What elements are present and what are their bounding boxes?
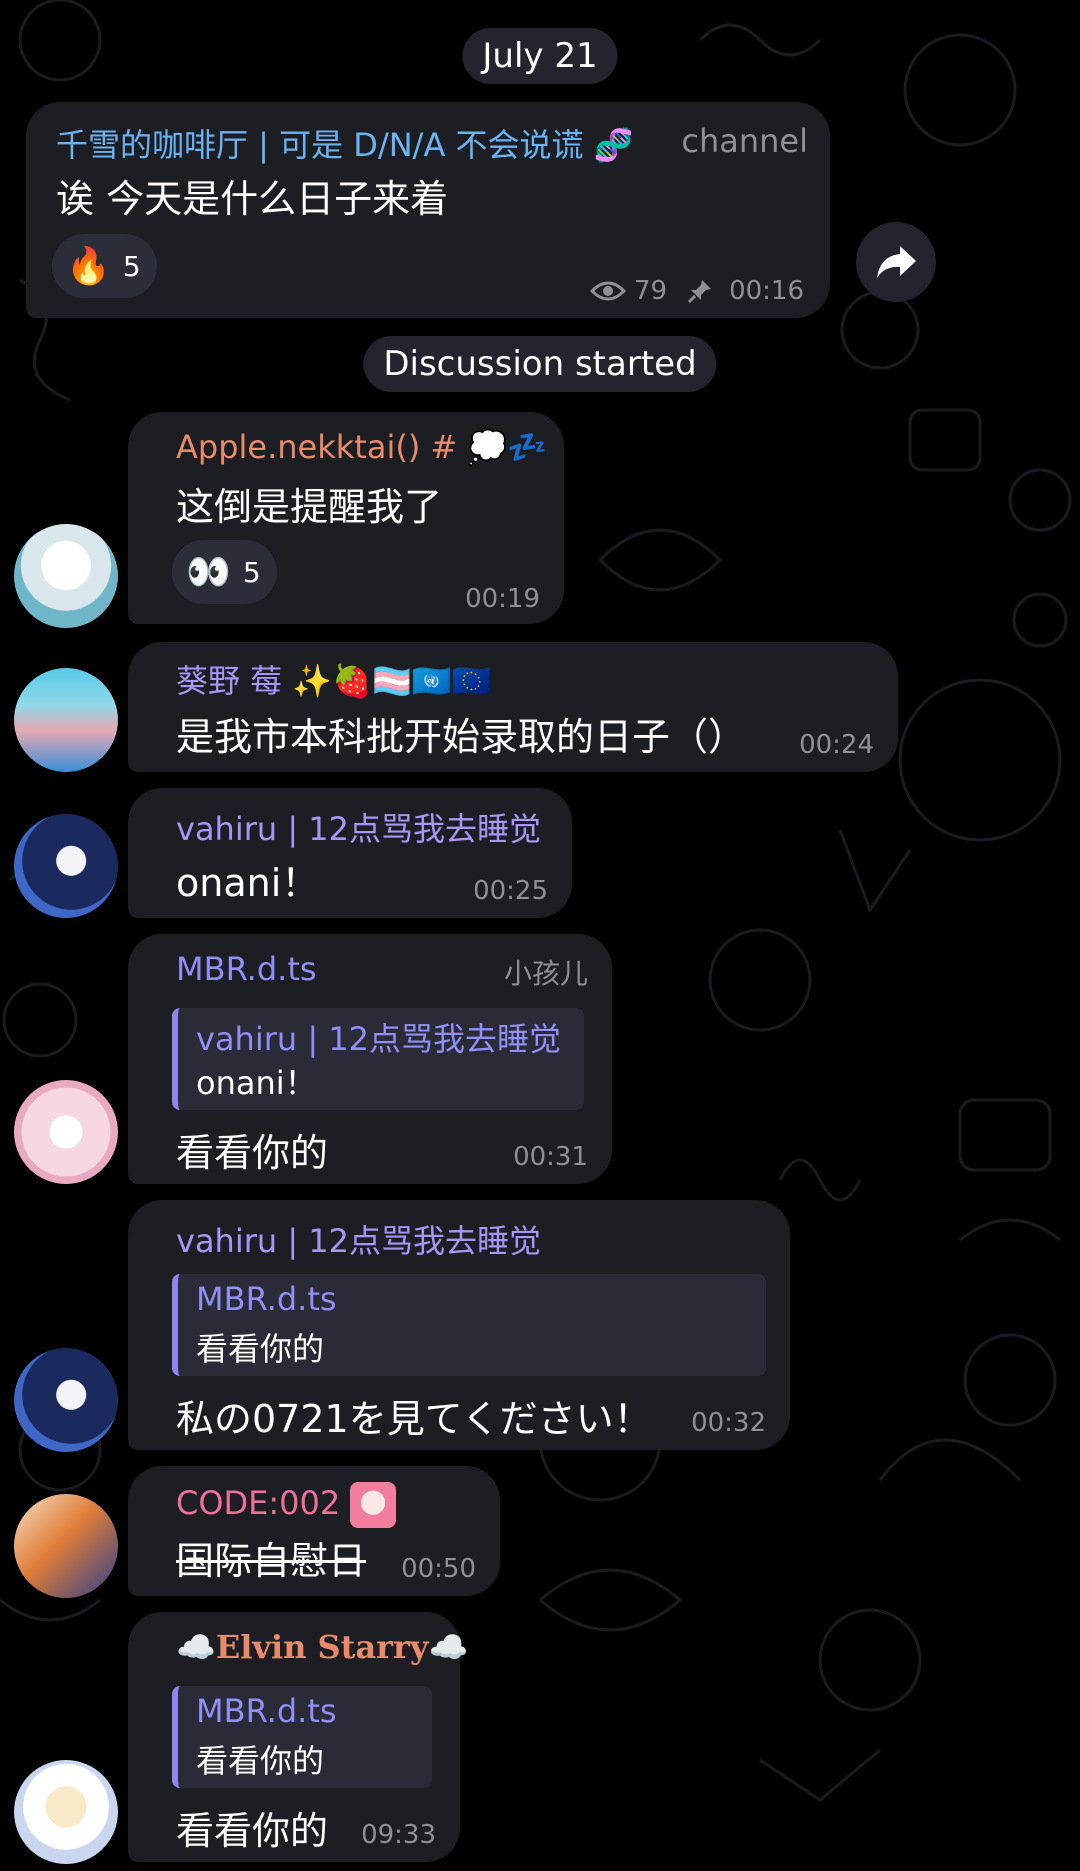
pin-icon bbox=[688, 280, 712, 304]
quote-sender: vahiru | 12点骂我去睡觉 bbox=[196, 1020, 562, 1058]
eye-icon bbox=[589, 281, 626, 301]
channel-name[interactable]: 千雪的咖啡厅 | 可是 D/N/A 不会说谎 bbox=[56, 126, 584, 164]
date-separator: July 21 bbox=[462, 28, 618, 84]
message-bubble[interactable]: CODE:002 国际自慰日 00:50 bbox=[128, 1466, 500, 1596]
message-text: onani！ bbox=[176, 861, 320, 905]
quote-text: 看看你的 bbox=[196, 1742, 325, 1780]
message-time: 09:33 bbox=[361, 1820, 436, 1850]
forward-button[interactable] bbox=[856, 222, 936, 302]
post-meta: 79 00:16 bbox=[589, 276, 804, 306]
message-text: 是我市本科批开始录取的日子（） bbox=[176, 715, 747, 759]
message-bubble[interactable]: ☁️Elvin Starry☁️ MBR.d.ts 看看你的 看看你的 09:3… bbox=[128, 1612, 468, 1862]
reply-quote[interactable]: MBR.d.ts 看看你的 bbox=[172, 1274, 766, 1376]
quote-text: 看看你的 bbox=[196, 1330, 325, 1368]
message-text: 私の0721を見てください！ bbox=[176, 1397, 652, 1441]
message-text: 国际自慰日 bbox=[176, 1539, 367, 1583]
quote-sender: MBR.d.ts bbox=[196, 1280, 337, 1318]
quote-sender: MBR.d.ts bbox=[196, 1692, 337, 1730]
avatar[interactable] bbox=[14, 1760, 118, 1864]
reaction-count: 5 bbox=[122, 249, 141, 283]
message-time: 00:50 bbox=[401, 1554, 476, 1584]
dna-emoji: 🧬 bbox=[593, 126, 634, 164]
reaction-chip[interactable]: 🔥 5 bbox=[52, 234, 157, 298]
message-time: 00:25 bbox=[473, 876, 548, 906]
sleep-emoji: 💭💤 bbox=[467, 428, 548, 466]
message-time: 00:32 bbox=[691, 1408, 766, 1438]
reaction-count: 5 bbox=[242, 555, 261, 589]
reply-quote[interactable]: MBR.d.ts 看看你的 bbox=[172, 1686, 432, 1788]
zero-two-sticker-icon bbox=[350, 1482, 397, 1528]
sender-name[interactable]: ☁️Elvin Starry☁️ bbox=[176, 1628, 468, 1666]
eyes-emoji: 👀 bbox=[186, 552, 231, 593]
sender-name[interactable]: vahiru | 12点骂我去睡觉 bbox=[176, 804, 541, 850]
sender-name[interactable]: MBR.d.ts bbox=[176, 950, 317, 988]
sender-name[interactable]: CODE:002 bbox=[176, 1484, 340, 1522]
quote-text: onani！ bbox=[196, 1064, 317, 1102]
avatar[interactable] bbox=[14, 814, 118, 918]
message-bubble[interactable]: Apple.nekktai() # 💭💤 这倒是提醒我了 👀 5 00:19 bbox=[128, 412, 564, 624]
sender-name[interactable]: 葵野 莓 bbox=[176, 662, 282, 700]
message-bubble[interactable]: vahiru | 12点骂我去睡觉 onani！ 00:25 bbox=[128, 788, 572, 918]
avatar[interactable] bbox=[14, 668, 118, 772]
avatar[interactable] bbox=[14, 1348, 118, 1452]
member-title: 小孩儿 bbox=[503, 957, 588, 990]
sender-emoji: ✨🍓🏳️‍⚧️🇺🇳🇪🇺 bbox=[292, 662, 492, 700]
fire-emoji: 🔥 bbox=[66, 246, 111, 287]
sender-name[interactable]: Apple.nekktai() # bbox=[176, 428, 457, 466]
message-text: 看看你的 bbox=[176, 1809, 329, 1853]
forward-arrow-icon bbox=[877, 246, 916, 278]
message-bubble[interactable]: 葵野 莓 ✨🍓🏳️‍⚧️🇺🇳🇪🇺 是我市本科批开始录取的日子（） 00:24 bbox=[128, 642, 898, 772]
message-time: 00:19 bbox=[465, 584, 540, 614]
message-time: 00:31 bbox=[513, 1142, 588, 1172]
message-text: 诶 今天是什么日子来着 bbox=[56, 177, 449, 221]
view-count: 79 bbox=[633, 276, 668, 306]
reaction-chip[interactable]: 👀 5 bbox=[172, 540, 277, 604]
message-text: 这倒是提醒我了 bbox=[176, 485, 443, 529]
avatar[interactable] bbox=[14, 1494, 118, 1598]
sender-name[interactable]: vahiru | 12点骂我去睡觉 bbox=[176, 1216, 541, 1262]
message-text: 看看你的 bbox=[176, 1131, 329, 1175]
channel-badge: channel bbox=[681, 122, 808, 160]
channel-post-bubble[interactable]: 千雪的咖啡厅 | 可是 D/N/A 不会说谎 🧬 channel 诶 今天是什么… bbox=[26, 102, 830, 318]
reply-quote[interactable]: vahiru | 12点骂我去睡觉 onani！ bbox=[172, 1008, 584, 1110]
avatar[interactable] bbox=[14, 1080, 118, 1184]
message-bubble[interactable]: vahiru | 12点骂我去睡觉 MBR.d.ts 看看你的 私の0721を見… bbox=[128, 1200, 790, 1450]
message-bubble[interactable]: MBR.d.ts 小孩儿 vahiru | 12点骂我去睡觉 onani！ 看看… bbox=[128, 934, 612, 1184]
avatar[interactable] bbox=[14, 524, 118, 628]
message-time: 00:16 bbox=[729, 276, 804, 306]
discussion-started-label: Discussion started bbox=[363, 336, 717, 392]
message-time: 00:24 bbox=[799, 730, 874, 760]
